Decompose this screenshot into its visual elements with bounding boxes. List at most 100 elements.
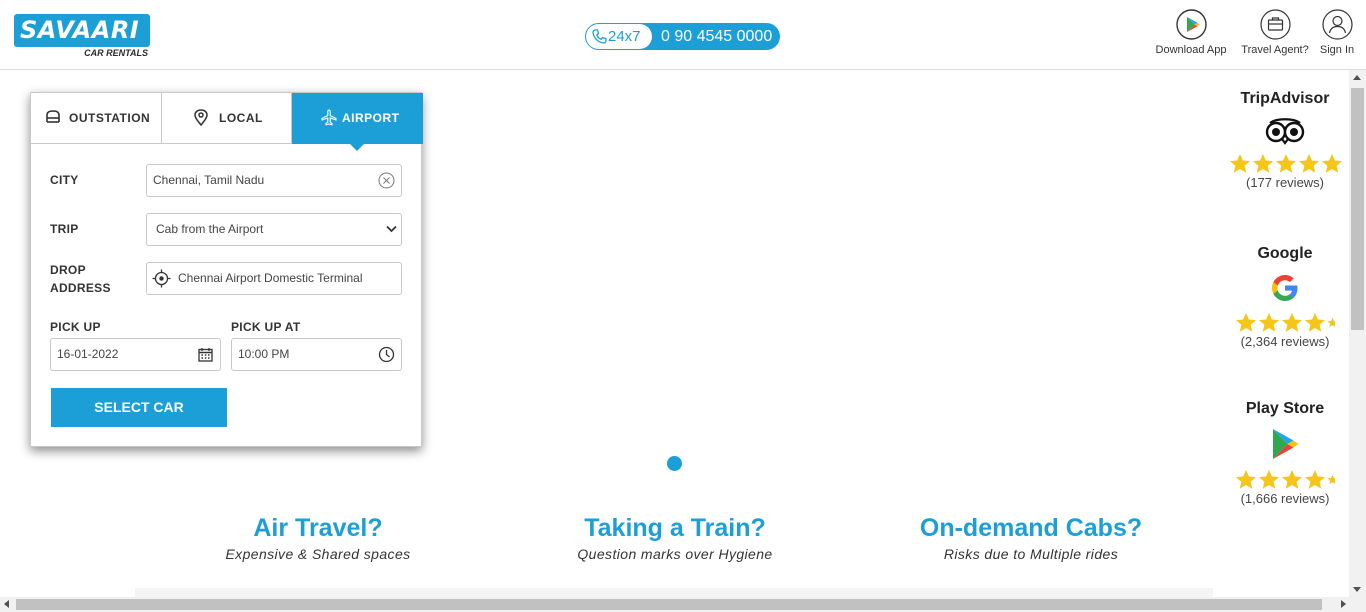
star-icon	[1282, 470, 1302, 489]
active-tab-pointer	[350, 144, 364, 151]
feature-on-demand-cabs: On-demand Cabs? Risks due to Multiple ri…	[916, 512, 1146, 562]
clock-icon	[378, 346, 395, 363]
city-input[interactable]: Chennai, Tamil Nadu	[146, 164, 402, 197]
savaari-logo[interactable]: SAVAARI CAR RENTALS	[14, 14, 150, 60]
star-icon	[1259, 313, 1279, 332]
scroll-left-arrow-icon[interactable]	[4, 600, 9, 608]
user-icon	[1321, 9, 1353, 40]
pickup-time-input[interactable]: 10:00 PM	[231, 338, 402, 371]
drop-label-line1: DROP	[50, 263, 86, 277]
trip-select[interactable]: Cab from the Airport	[146, 213, 402, 246]
logo-text: SAVAARI	[20, 16, 140, 44]
download-app-button[interactable]: Download App	[1151, 9, 1231, 61]
scroll-down-arrow-icon[interactable]	[1353, 587, 1361, 592]
drop-label-line2: ADDRESS	[50, 281, 111, 295]
logo-badge: SAVAARI	[14, 14, 150, 47]
star-icon	[1253, 154, 1273, 173]
rating-play-store[interactable]: Play Store (1,666 reviews)	[1226, 399, 1344, 506]
star-rating	[1229, 153, 1343, 175]
star-icon	[1299, 154, 1319, 173]
rating-source-name: Play Store	[1245, 400, 1325, 417]
star-icon	[1305, 313, 1325, 332]
section-divider	[135, 588, 1213, 597]
tripadvisor-owl-icon	[1265, 118, 1305, 145]
drop-address-value: Chennai Airport Domestic Terminal	[178, 271, 363, 285]
chevron-down-icon	[386, 225, 397, 233]
airplane-icon	[321, 109, 337, 126]
star-icon	[1236, 470, 1256, 489]
support-hours-label: 24x7	[608, 28, 641, 45]
scroll-right-arrow-icon[interactable]	[1341, 600, 1346, 608]
tab-outstation[interactable]: OUTSTATION	[31, 93, 162, 144]
feature-air-travel: Air Travel? Expensive & Shared spaces	[218, 512, 418, 562]
support-phone[interactable]: 24x7 0 90 4545 0000	[585, 23, 780, 50]
crosshair-icon[interactable]	[152, 269, 171, 288]
location-pin-icon	[194, 109, 208, 126]
pickup-date-label: PICK UP	[50, 320, 101, 334]
scroll-up-arrow-icon[interactable]	[1353, 75, 1361, 80]
phone-number[interactable]: 0 90 4545 0000	[661, 23, 772, 50]
calendar-icon	[198, 348, 213, 362]
tab-outstation-label: OUTSTATION	[69, 111, 151, 125]
vertical-scrollbar[interactable]	[1349, 70, 1366, 597]
feature-subtitle: Question marks over Hygiene	[577, 546, 773, 562]
feature-subtitle: Risks due to Multiple rides	[943, 546, 1119, 562]
support-hours: 24x7	[586, 24, 652, 49]
rating-tripadvisor[interactable]: TripAdvisor (177 reviews)	[1226, 89, 1344, 190]
rating-google[interactable]: Google (2,364 reviews)	[1226, 244, 1344, 349]
drop-address-input[interactable]: Chennai Airport Domestic Terminal	[146, 262, 402, 295]
horizontal-scroll-thumb[interactable]	[16, 599, 1322, 610]
travel-agent-button[interactable]: Travel Agent?	[1236, 9, 1314, 61]
briefcase-icon	[1259, 9, 1291, 40]
review-count: (177 reviews)	[1245, 175, 1325, 190]
trip-label: TRIP	[50, 222, 79, 236]
city-value: Chennai, Tamil Nadu	[153, 173, 265, 187]
play-store-icon	[1273, 429, 1299, 459]
sign-in-button[interactable]: Sign In	[1316, 9, 1358, 61]
half-star-icon	[1327, 317, 1335, 328]
rating-source-name: TripAdvisor	[1240, 90, 1330, 107]
pickup-time-label: PICK UP AT	[231, 320, 301, 334]
travel-agent-label: Travel Agent?	[1241, 44, 1309, 56]
feature-train: Taking a Train? Question marks over Hygi…	[564, 512, 786, 562]
feature-title: On-demand Cabs?	[919, 514, 1143, 542]
tab-airport-label: AIRPORT	[342, 111, 400, 125]
vertical-scroll-thumb[interactable]	[1351, 88, 1364, 330]
play-store-icon	[1175, 9, 1207, 40]
star-rating	[1235, 312, 1335, 334]
carousel-dot-active[interactable]	[667, 456, 682, 471]
star-icon	[1322, 154, 1342, 173]
logo-tagline: CAR RENTALS	[84, 48, 148, 58]
star-icon	[1230, 154, 1250, 173]
star-rating	[1235, 469, 1335, 491]
tab-airport[interactable]: AIRPORT	[292, 93, 423, 144]
download-app-label: Download App	[1155, 44, 1227, 56]
trip-type-tabs: OUTSTATION LOCAL AIRPORT	[31, 93, 423, 144]
half-star-icon	[1327, 474, 1335, 485]
star-icon	[1259, 470, 1279, 489]
pickup-time-value: 10:00 PM	[238, 347, 290, 361]
site-header: SAVAARI CAR RENTALS 24x7 0 90 4545 0000 …	[0, 0, 1366, 70]
trip-value: Cab from the Airport	[156, 222, 264, 236]
pickup-date-input[interactable]: 16-01-2022	[50, 338, 221, 371]
phone-icon	[592, 29, 607, 44]
review-count: (2,364 reviews)	[1240, 334, 1330, 349]
feature-subtitle: Expensive & Shared spaces	[225, 546, 411, 562]
car-front-icon	[46, 110, 60, 123]
horizontal-scrollbar[interactable]	[0, 597, 1366, 612]
city-label: CITY	[50, 173, 79, 187]
select-car-button[interactable]: SELECT CAR	[51, 388, 227, 427]
feature-title: Taking a Train?	[584, 514, 766, 542]
pickup-date-value: 16-01-2022	[57, 347, 119, 361]
clear-icon[interactable]	[378, 172, 395, 189]
tab-local[interactable]: LOCAL	[162, 93, 292, 144]
star-icon	[1276, 154, 1296, 173]
tab-local-label: LOCAL	[219, 111, 263, 125]
rating-source-name: Google	[1257, 245, 1313, 262]
star-icon	[1282, 313, 1302, 332]
feature-title: Air Travel?	[253, 514, 383, 542]
review-count: (1,666 reviews)	[1240, 491, 1330, 506]
sign-in-label: Sign In	[1319, 44, 1355, 56]
google-g-icon	[1272, 275, 1298, 301]
booking-widget: OUTSTATION LOCAL AIRPORT CITY Chennai, T…	[30, 92, 423, 447]
